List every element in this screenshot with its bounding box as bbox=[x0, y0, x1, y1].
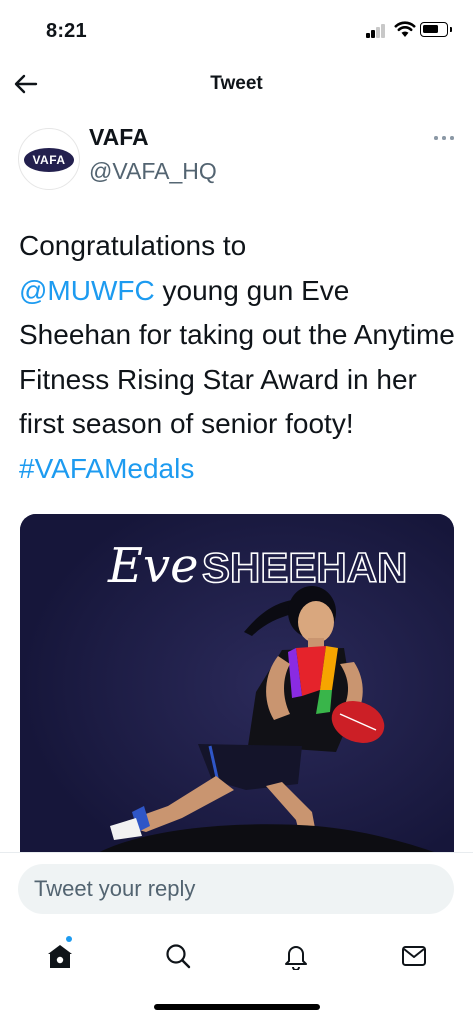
status-time: 8:21 bbox=[46, 20, 87, 42]
tweet-text: Congratulations to @MUWFC young gun Eve S… bbox=[19, 224, 459, 491]
tab-search[interactable] bbox=[158, 936, 198, 976]
messages-icon bbox=[402, 946, 426, 966]
tweet-author: VAFA VAFA @VAFA_HQ bbox=[0, 118, 473, 198]
home-unread-badge bbox=[66, 936, 72, 942]
notifications-icon bbox=[285, 946, 307, 970]
author-handle[interactable]: @VAFA_HQ bbox=[89, 158, 217, 185]
tab-messages[interactable] bbox=[394, 936, 434, 976]
tab-home[interactable] bbox=[40, 936, 80, 976]
avatar[interactable]: VAFA bbox=[18, 128, 80, 190]
media-script-name: Eve bbox=[107, 538, 199, 594]
status-bar: 8:21 bbox=[0, 0, 473, 56]
nav-bar: Tweet bbox=[0, 56, 473, 112]
battery-icon bbox=[420, 22, 452, 37]
page-title: Tweet bbox=[210, 73, 263, 94]
more-options-icon[interactable] bbox=[432, 132, 456, 142]
hashtag-link[interactable]: #VAFAMedals bbox=[19, 453, 194, 484]
home-icon bbox=[48, 945, 72, 968]
vafa-logo: VAFA bbox=[24, 148, 74, 172]
reply-bar: Tweet your reply bbox=[0, 852, 473, 922]
tweet-text-part: Congratulations to bbox=[19, 230, 247, 261]
search-icon bbox=[166, 944, 191, 969]
media-block-name: SHEEHAN bbox=[202, 544, 407, 591]
author-name[interactable]: VAFA bbox=[89, 124, 149, 151]
reply-input[interactable]: Tweet your reply bbox=[18, 864, 454, 914]
mention-link[interactable]: @MUWFC bbox=[19, 275, 155, 306]
tab-notifications[interactable] bbox=[276, 936, 316, 976]
cellular-signal-icon bbox=[366, 24, 388, 38]
home-indicator bbox=[154, 1004, 320, 1010]
wifi-icon bbox=[394, 21, 416, 37]
player-photo-graphic: Eve SHEEHAN bbox=[20, 514, 454, 854]
tweet-media-image[interactable]: Eve SHEEHAN bbox=[20, 514, 454, 854]
